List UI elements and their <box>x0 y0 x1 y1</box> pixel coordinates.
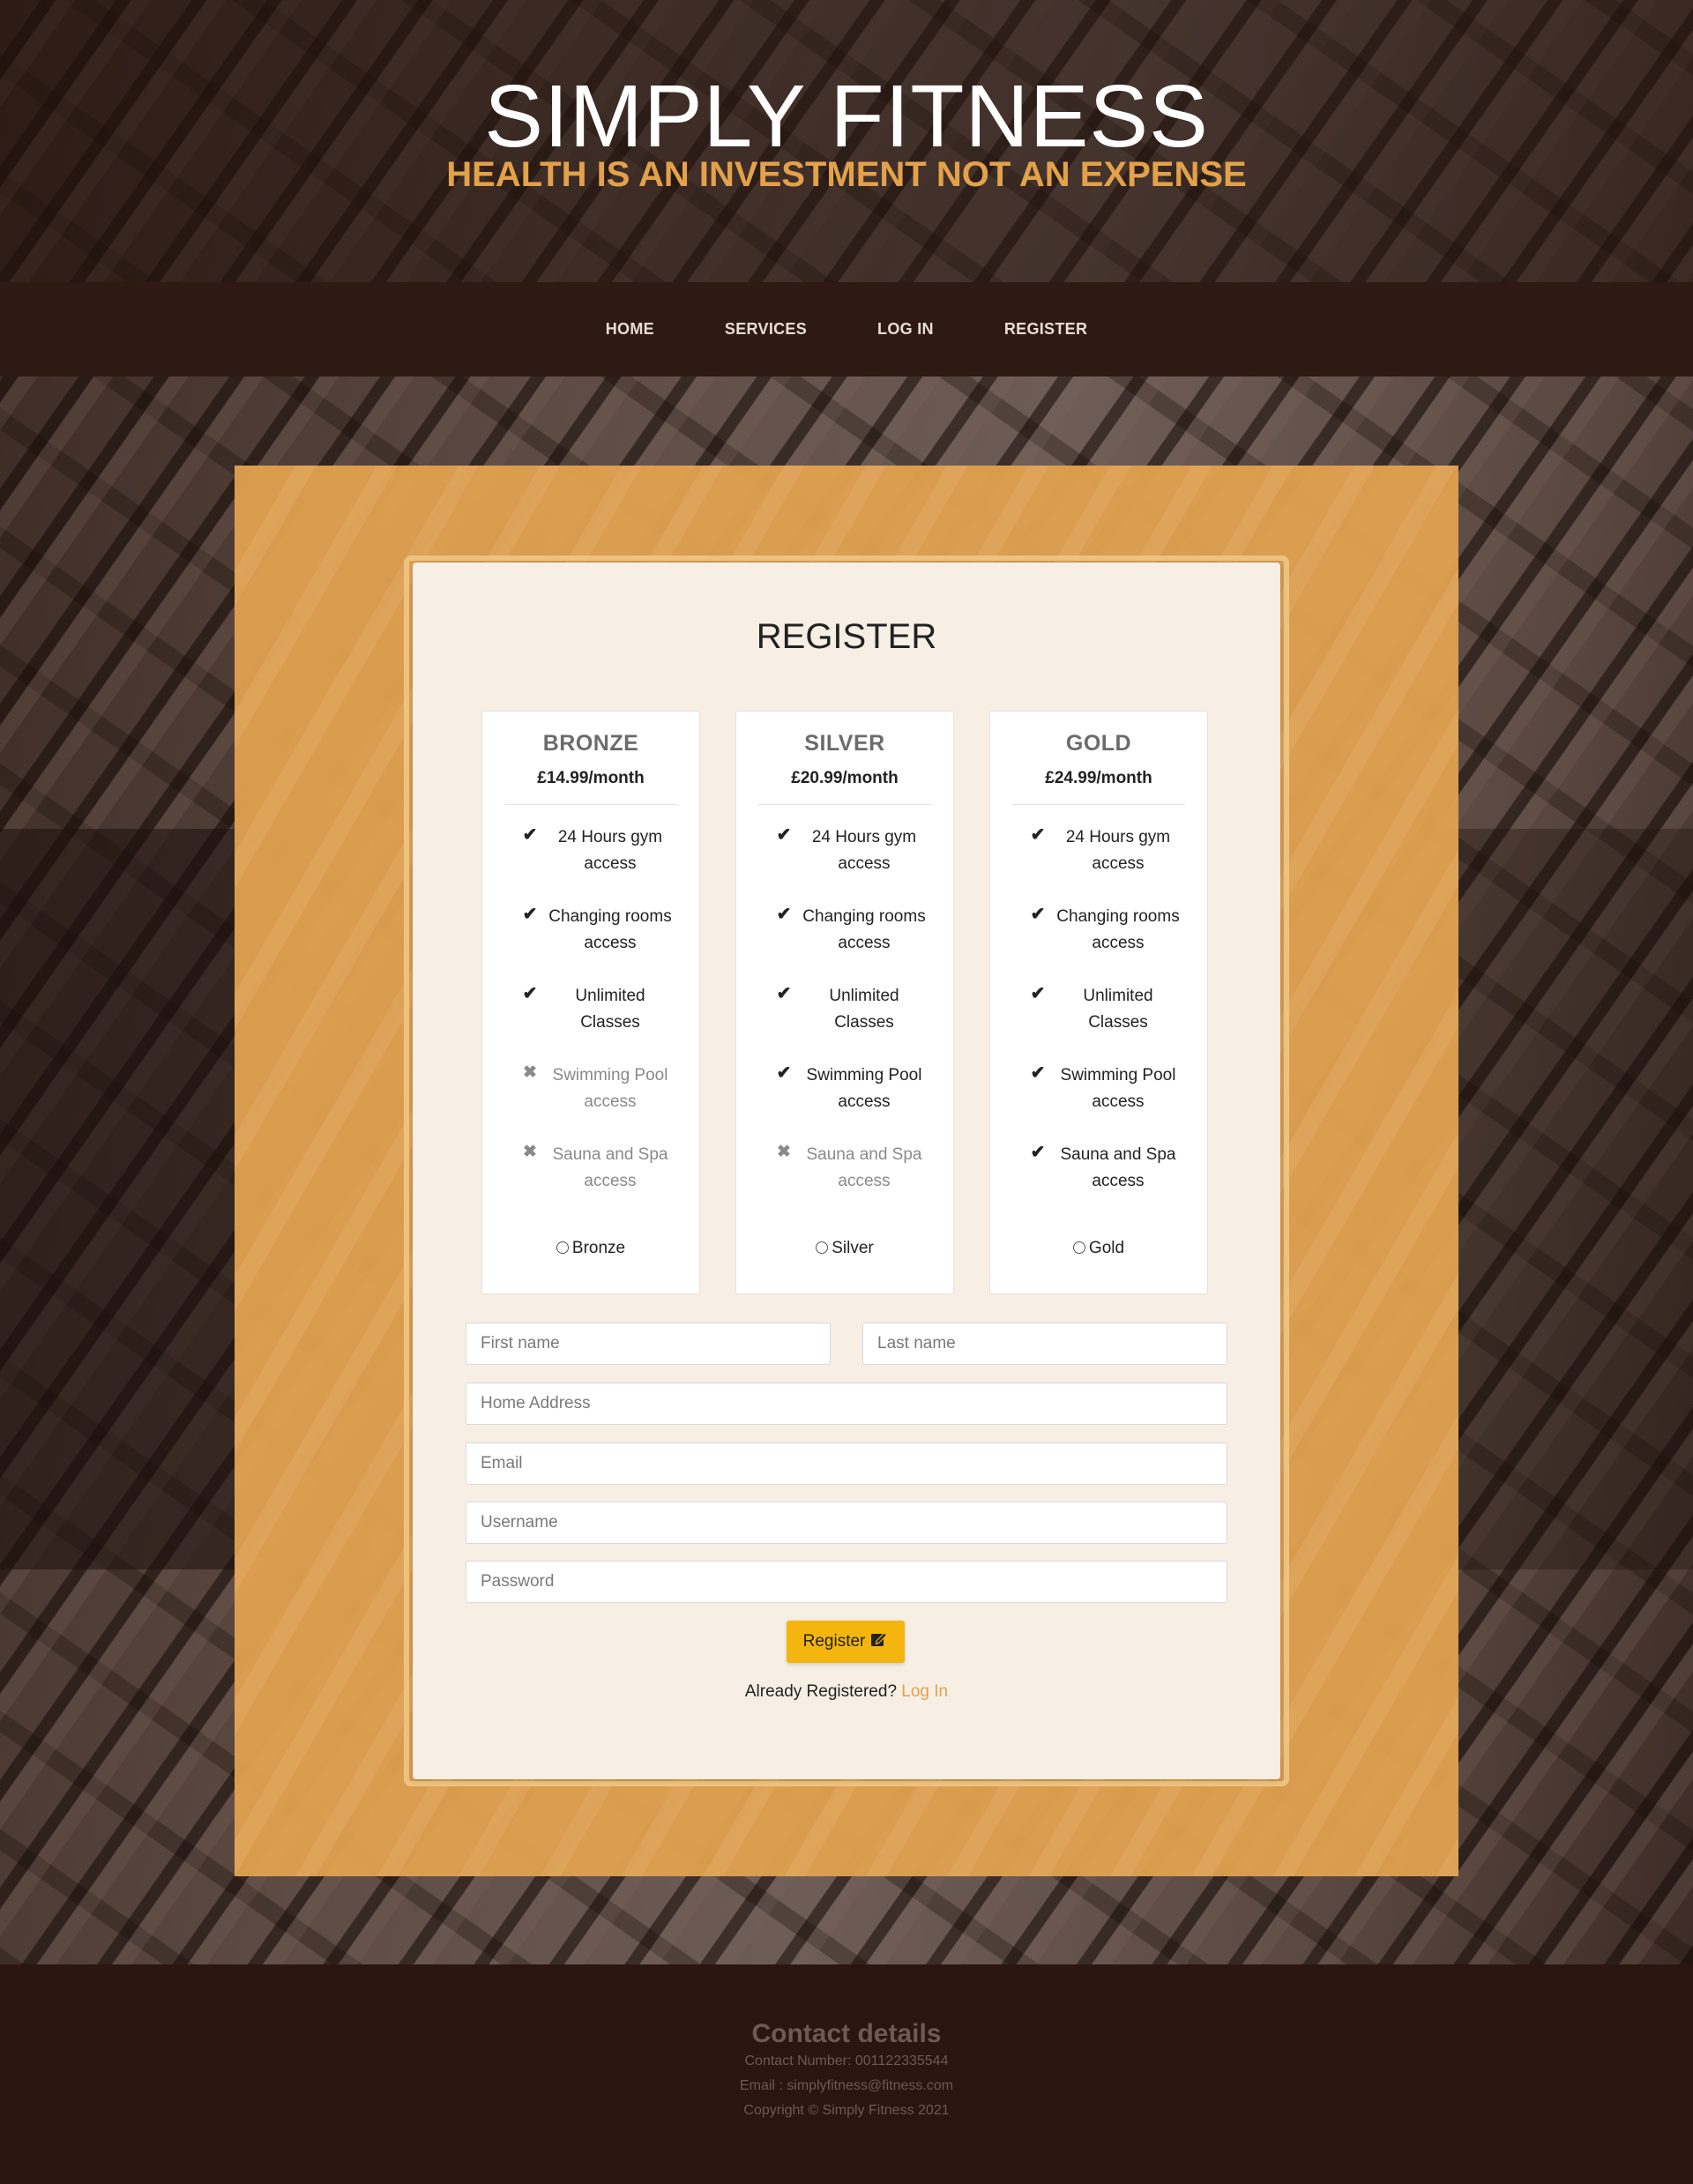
check-icon: ✔ <box>522 825 538 845</box>
plan-feature-text: Sauna and Spa access <box>552 1145 668 1190</box>
plan-card-bronze: BRONZE £14.99/month ✔ 24 Hours gym access ✔ C… <box>481 711 700 1294</box>
plan-feature-text: Changing rooms access <box>1056 907 1180 952</box>
plan-radio-gold[interactable]: Gold <box>990 1239 1207 1258</box>
nav-log-in[interactable]: LOG IN <box>877 320 934 339</box>
username-input[interactable] <box>466 1502 1227 1544</box>
plan-feature-text: Sauna and Spa access <box>1060 1145 1176 1190</box>
plan-name: SILVER <box>804 731 885 756</box>
register-button-label: Register <box>802 1632 866 1651</box>
plan-feature: ✔ Changing rooms access <box>990 891 1207 971</box>
plan-features: ✔ 24 Hours gym access ✔ Changing rooms acce… <box>990 812 1207 1209</box>
plan-card-silver: SILVER £20.99/month ✔ 24 Hours gym access ✔ C… <box>735 711 954 1294</box>
plan-feature-text: Unlimited Classes <box>575 987 645 1032</box>
check-icon: ✔ <box>1030 1143 1046 1162</box>
plan-feature-text: Changing rooms access <box>802 907 926 952</box>
radio-button[interactable] <box>556 1241 569 1254</box>
x-icon: ✖ <box>523 1063 537 1082</box>
nav-services[interactable]: SERVICES <box>725 320 807 339</box>
check-icon: ✔ <box>522 905 538 924</box>
check-icon: ✔ <box>1030 1063 1046 1083</box>
register-card: REGISTER BRONZE £14.99/month ✔ 24 Hours gym… <box>413 563 1280 1779</box>
footer-contact-number: Contact Number: 001122335544 <box>744 2054 949 2068</box>
first-name-input[interactable] <box>466 1323 831 1365</box>
background-shade-right <box>1458 829 1693 1569</box>
plan-feature: ✖ Sauna and Spa access <box>482 1129 699 1209</box>
plan-feature: ✔ Unlimited Classes <box>736 971 953 1050</box>
footer-title: Contact details <box>751 2019 942 2048</box>
plan-feature: ✔ Sauna and Spa access <box>990 1129 1207 1209</box>
radio-button[interactable] <box>816 1241 829 1254</box>
radio-button[interactable] <box>1072 1241 1085 1254</box>
plan-feature-text: 24 Hours gym access <box>811 828 917 873</box>
plan-feature: ✔ Unlimited Classes <box>990 971 1207 1050</box>
plan-feature-text: Sauna and Spa access <box>806 1145 922 1190</box>
plan-feature-text: 24 Hours gym access <box>557 828 663 873</box>
plan-features: ✔ 24 Hours gym access ✔ Changing rooms acce… <box>736 812 953 1209</box>
plan-radio-bronze[interactable]: Bronze <box>482 1239 699 1258</box>
log-in-link[interactable]: Log In <box>901 1682 948 1701</box>
plan-feature: ✔ Swimming Pool access <box>736 1050 953 1129</box>
footer-email: Email : simplyfitness@fitness.com <box>739 2078 954 2093</box>
check-icon: ✔ <box>1030 905 1046 924</box>
plan-feature: ✔ 24 Hours gym access <box>990 812 1207 891</box>
register-button[interactable]: Register <box>787 1621 905 1663</box>
plan-name: GOLD <box>1065 731 1132 756</box>
plan-feature: ✖ Swimming Pool access <box>482 1050 699 1129</box>
register-title: REGISTER <box>756 617 937 656</box>
pen-square-icon <box>870 1630 888 1653</box>
check-icon: ✔ <box>1030 984 1046 1003</box>
plan-name: BRONZE <box>542 731 639 756</box>
nav-register[interactable]: REGISTER <box>1004 320 1087 339</box>
plan-feature-text: Swimming Pool access <box>806 1066 922 1111</box>
plan-feature-text: Swimming Pool access <box>1060 1066 1176 1111</box>
home-address-input[interactable] <box>466 1383 1227 1425</box>
plan-radio-label: Gold <box>1088 1239 1125 1257</box>
site-title: SIMPLY FITNESS <box>484 67 1209 166</box>
already-registered-text: Already Registered? <box>744 1682 898 1701</box>
plan-feature-text: Unlimited Classes <box>1083 987 1153 1032</box>
check-icon: ✔ <box>1030 825 1046 845</box>
email-input[interactable] <box>466 1442 1227 1485</box>
footer-copyright: Copyright © Simply Fitness 2021 <box>743 2103 950 2118</box>
nav-home[interactable]: HOME <box>606 320 654 339</box>
plan-feature-text: Unlimited Classes <box>829 987 899 1032</box>
background-shade-left <box>0 829 235 1569</box>
plan-divider <box>1012 804 1185 805</box>
plan-feature-text: Swimming Pool access <box>552 1066 668 1111</box>
plan-price: £24.99/month <box>1045 769 1152 787</box>
plan-features: ✔ 24 Hours gym access ✔ Changing rooms acce… <box>482 812 699 1209</box>
x-icon: ✖ <box>523 1143 537 1161</box>
site-header: SIMPLY FITNESS HEALTH IS AN INVESTMENT N… <box>0 0 1693 282</box>
plan-feature-text: Changing rooms access <box>548 907 672 952</box>
password-input[interactable] <box>466 1561 1227 1603</box>
plan-feature: ✔ Changing rooms access <box>482 891 699 971</box>
plan-feature: ✔ 24 Hours gym access <box>482 812 699 891</box>
plan-radio-silver[interactable]: Silver <box>736 1239 953 1258</box>
plan-radio-label: Bronze <box>571 1239 626 1257</box>
plan-price: £20.99/month <box>791 769 899 787</box>
check-icon: ✔ <box>776 905 792 924</box>
plan-feature: ✔ Changing rooms access <box>736 891 953 971</box>
plan-divider <box>504 804 677 805</box>
plan-divider <box>758 804 931 805</box>
last-name-input[interactable] <box>862 1323 1227 1365</box>
plan-feature: ✔ Unlimited Classes <box>482 971 699 1050</box>
check-icon: ✔ <box>522 984 538 1003</box>
check-icon: ✔ <box>776 984 792 1003</box>
plan-feature: ✖ Sauna and Spa access <box>736 1129 953 1209</box>
plan-feature: ✔ Swimming Pool access <box>990 1050 1207 1129</box>
plan-radio-label: Silver <box>832 1239 874 1257</box>
site-tagline: HEALTH IS AN INVESTMENT NOT AN EXPENSE <box>446 155 1247 194</box>
x-icon: ✖ <box>777 1143 791 1161</box>
check-icon: ✔ <box>776 1063 792 1083</box>
plan-price: £14.99/month <box>537 769 645 787</box>
plan-feature-text: 24 Hours gym access <box>1065 828 1171 873</box>
already-registered-line: Already Registered? Log In <box>413 1682 1280 1702</box>
plan-card-gold: GOLD £24.99/month ✔ 24 Hours gym access ✔ Cha… <box>989 711 1208 1294</box>
main-nav: HOME SERVICES LOG IN REGISTER <box>0 282 1693 376</box>
site-footer: Contact details Contact Number: 00112233… <box>0 1964 1693 2184</box>
check-icon: ✔ <box>776 825 792 845</box>
plan-feature: ✔ 24 Hours gym access <box>736 812 953 891</box>
